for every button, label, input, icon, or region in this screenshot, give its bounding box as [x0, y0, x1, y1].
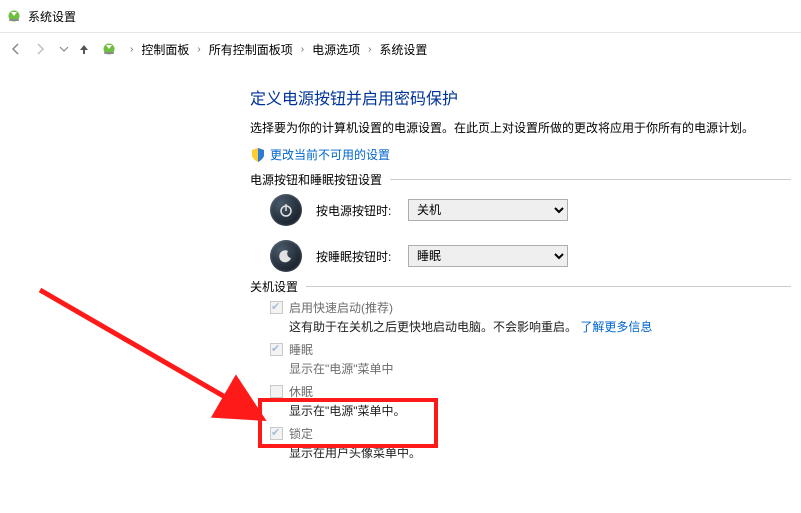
crumb-power-options[interactable]: 电源选项	[310, 41, 362, 58]
fast-startup-checkbox	[270, 301, 283, 314]
fast-startup-description: 这有助于在关机之后更快地启动电脑。不会影响重启。	[289, 320, 577, 334]
nav-back-button[interactable]	[6, 39, 26, 59]
lock-label: 锁定	[289, 425, 313, 442]
sleep-icon	[270, 240, 302, 272]
sleep-button-action-select[interactable]: 睡眠	[408, 245, 568, 267]
uac-shield-icon	[250, 147, 266, 163]
navbar: › 控制面板 › 所有控制面板项 › 电源选项 › 系统设置	[0, 33, 801, 65]
hibernate-sub: 显示在"电源"菜单中。	[289, 402, 791, 419]
sleep-block: 睡眠 显示在"电源"菜单中	[270, 341, 791, 377]
chevron-right-icon: ›	[295, 44, 310, 55]
window-title: 系统设置	[28, 8, 76, 25]
power-icon	[270, 194, 302, 226]
sleep-sub: 显示在"电源"菜单中	[289, 360, 791, 377]
sleep-label: 睡眠	[289, 341, 313, 358]
path-power-icon	[100, 40, 118, 58]
chevron-right-icon: ›	[362, 44, 377, 55]
titlebar: 系统设置	[0, 0, 801, 33]
crumb-all-items[interactable]: 所有控制面板项	[207, 41, 295, 58]
crumb-system-settings[interactable]: 系统设置	[377, 41, 429, 58]
crumb-control-panel[interactable]: 控制面板	[139, 41, 191, 58]
power-button-row: 按电源按钮时: 关机	[270, 194, 791, 226]
button-settings-legend: 电源按钮和睡眠按钮设置	[250, 171, 390, 188]
lock-checkbox	[270, 427, 283, 440]
shutdown-settings-legend: 关机设置	[250, 278, 306, 295]
fast-startup-block: 启用快速启动(推荐) 这有助于在关机之后更快地启动电脑。不会影响重启。 了解更多…	[270, 299, 791, 335]
hibernate-block: 休眠 显示在"电源"菜单中。	[270, 383, 791, 419]
page-description: 选择要为你的计算机设置的电源设置。在此页上对设置所做的更改将应用于你所有的电源计…	[250, 119, 791, 138]
button-settings-section: 电源按钮和睡眠按钮设置 按电源按钮时: 关机 按睡眠按钮时: 睡眠	[250, 179, 791, 272]
nav-forward-button[interactable]	[30, 39, 50, 59]
shutdown-settings-section: 关机设置 启用快速启动(推荐) 这有助于在关机之后更快地启动电脑。不会影响重启。…	[250, 286, 791, 461]
breadcrumb[interactable]: › 控制面板 › 所有控制面板项 › 电源选项 › 系统设置	[124, 41, 795, 58]
lock-sub: 显示在用户头像菜单中。	[289, 444, 791, 461]
nav-up-button[interactable]	[74, 39, 94, 59]
change-unavailable-settings-link[interactable]: 更改当前不可用的设置	[270, 146, 390, 163]
sleep-checkbox	[270, 343, 283, 356]
sleep-button-label: 按睡眠按钮时:	[316, 248, 408, 265]
power-options-icon	[6, 8, 22, 24]
hibernate-checkbox	[270, 385, 283, 398]
chevron-right-icon: ›	[124, 44, 139, 55]
page-heading: 定义电源按钮并启用密码保护	[250, 85, 791, 109]
power-button-label: 按电源按钮时:	[316, 202, 408, 219]
fast-startup-label: 启用快速启动(推荐)	[289, 299, 393, 316]
hibernate-label: 休眠	[289, 383, 313, 400]
chevron-right-icon: ›	[191, 44, 206, 55]
fast-startup-sub: 这有助于在关机之后更快地启动电脑。不会影响重启。 了解更多信息	[289, 318, 791, 335]
recent-locations-chevron-icon[interactable]	[54, 39, 74, 59]
learn-more-link[interactable]: 了解更多信息	[580, 320, 652, 334]
power-button-action-select[interactable]: 关机	[408, 199, 568, 221]
change-settings-row: 更改当前不可用的设置	[250, 146, 791, 163]
main-content: 定义电源按钮并启用密码保护 选择要为你的计算机设置的电源设置。在此页上对设置所做…	[250, 85, 791, 475]
sleep-button-row: 按睡眠按钮时: 睡眠	[270, 240, 791, 272]
lock-block: 锁定 显示在用户头像菜单中。	[270, 425, 791, 461]
